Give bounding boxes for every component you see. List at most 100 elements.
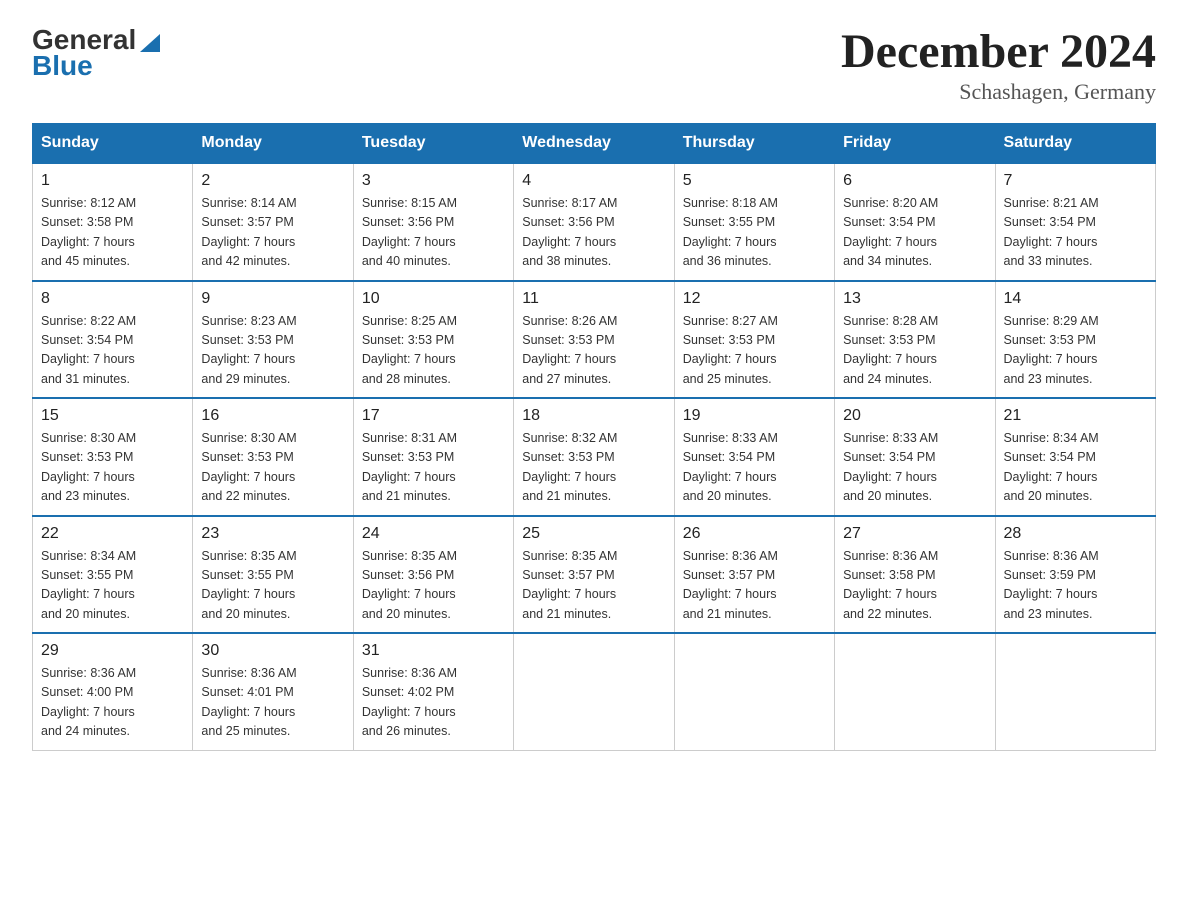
day-number: 23 xyxy=(201,525,344,543)
day-info: Sunrise: 8:21 AM Sunset: 3:54 PM Dayligh… xyxy=(1004,194,1147,272)
day-number: 13 xyxy=(843,290,986,308)
day-info: Sunrise: 8:31 AM Sunset: 3:53 PM Dayligh… xyxy=(362,429,505,507)
calendar-day-cell: 4 Sunrise: 8:17 AM Sunset: 3:56 PM Dayli… xyxy=(514,163,674,281)
day-number: 29 xyxy=(41,642,184,660)
header-row: Sunday Monday Tuesday Wednesday Thursday… xyxy=(33,124,1156,164)
day-number: 1 xyxy=(41,172,184,190)
calendar-day-cell: 19 Sunrise: 8:33 AM Sunset: 3:54 PM Dayl… xyxy=(674,398,834,516)
calendar-day-cell: 2 Sunrise: 8:14 AM Sunset: 3:57 PM Dayli… xyxy=(193,163,353,281)
calendar-day-cell: 7 Sunrise: 8:21 AM Sunset: 3:54 PM Dayli… xyxy=(995,163,1155,281)
day-info: Sunrise: 8:30 AM Sunset: 3:53 PM Dayligh… xyxy=(201,429,344,507)
title-block: December 2024 Schashagen, Germany xyxy=(841,24,1156,105)
day-number: 24 xyxy=(362,525,505,543)
col-thursday: Thursday xyxy=(674,124,834,164)
day-number: 25 xyxy=(522,525,665,543)
day-number: 7 xyxy=(1004,172,1147,190)
calendar-week-row: 22 Sunrise: 8:34 AM Sunset: 3:55 PM Dayl… xyxy=(33,516,1156,634)
day-info: Sunrise: 8:34 AM Sunset: 3:54 PM Dayligh… xyxy=(1004,429,1147,507)
day-info: Sunrise: 8:22 AM Sunset: 3:54 PM Dayligh… xyxy=(41,312,184,390)
calendar-day-cell: 18 Sunrise: 8:32 AM Sunset: 3:53 PM Dayl… xyxy=(514,398,674,516)
month-year-title: December 2024 xyxy=(841,24,1156,79)
day-number: 5 xyxy=(683,172,826,190)
day-info: Sunrise: 8:27 AM Sunset: 3:53 PM Dayligh… xyxy=(683,312,826,390)
day-number: 22 xyxy=(41,525,184,543)
calendar-week-row: 15 Sunrise: 8:30 AM Sunset: 3:53 PM Dayl… xyxy=(33,398,1156,516)
col-sunday: Sunday xyxy=(33,124,193,164)
day-number: 9 xyxy=(201,290,344,308)
calendar-day-cell: 25 Sunrise: 8:35 AM Sunset: 3:57 PM Dayl… xyxy=(514,516,674,634)
day-info: Sunrise: 8:18 AM Sunset: 3:55 PM Dayligh… xyxy=(683,194,826,272)
day-info: Sunrise: 8:33 AM Sunset: 3:54 PM Dayligh… xyxy=(683,429,826,507)
calendar-header: Sunday Monday Tuesday Wednesday Thursday… xyxy=(33,124,1156,164)
calendar-week-row: 1 Sunrise: 8:12 AM Sunset: 3:58 PM Dayli… xyxy=(33,163,1156,281)
day-info: Sunrise: 8:26 AM Sunset: 3:53 PM Dayligh… xyxy=(522,312,665,390)
day-number: 14 xyxy=(1004,290,1147,308)
calendar-day-cell: 17 Sunrise: 8:31 AM Sunset: 3:53 PM Dayl… xyxy=(353,398,513,516)
day-number: 2 xyxy=(201,172,344,190)
calendar-body: 1 Sunrise: 8:12 AM Sunset: 3:58 PM Dayli… xyxy=(33,163,1156,750)
calendar-day-cell: 11 Sunrise: 8:26 AM Sunset: 3:53 PM Dayl… xyxy=(514,281,674,399)
day-number: 18 xyxy=(522,407,665,425)
calendar-day-cell: 3 Sunrise: 8:15 AM Sunset: 3:56 PM Dayli… xyxy=(353,163,513,281)
day-number: 11 xyxy=(522,290,665,308)
calendar-day-cell: 12 Sunrise: 8:27 AM Sunset: 3:53 PM Dayl… xyxy=(674,281,834,399)
day-number: 30 xyxy=(201,642,344,660)
calendar-day-cell: 30 Sunrise: 8:36 AM Sunset: 4:01 PM Dayl… xyxy=(193,633,353,750)
calendar-day-cell xyxy=(995,633,1155,750)
location-title: Schashagen, Germany xyxy=(841,79,1156,105)
day-info: Sunrise: 8:23 AM Sunset: 3:53 PM Dayligh… xyxy=(201,312,344,390)
day-number: 28 xyxy=(1004,525,1147,543)
calendar-day-cell xyxy=(835,633,995,750)
day-number: 8 xyxy=(41,290,184,308)
calendar-day-cell: 10 Sunrise: 8:25 AM Sunset: 3:53 PM Dayl… xyxy=(353,281,513,399)
calendar-day-cell: 29 Sunrise: 8:36 AM Sunset: 4:00 PM Dayl… xyxy=(33,633,193,750)
day-info: Sunrise: 8:30 AM Sunset: 3:53 PM Dayligh… xyxy=(41,429,184,507)
day-info: Sunrise: 8:32 AM Sunset: 3:53 PM Dayligh… xyxy=(522,429,665,507)
day-info: Sunrise: 8:12 AM Sunset: 3:58 PM Dayligh… xyxy=(41,194,184,272)
calendar-week-row: 29 Sunrise: 8:36 AM Sunset: 4:00 PM Dayl… xyxy=(33,633,1156,750)
day-info: Sunrise: 8:36 AM Sunset: 4:02 PM Dayligh… xyxy=(362,664,505,742)
calendar-day-cell: 6 Sunrise: 8:20 AM Sunset: 3:54 PM Dayli… xyxy=(835,163,995,281)
day-info: Sunrise: 8:17 AM Sunset: 3:56 PM Dayligh… xyxy=(522,194,665,272)
calendar-day-cell: 1 Sunrise: 8:12 AM Sunset: 3:58 PM Dayli… xyxy=(33,163,193,281)
calendar-day-cell: 22 Sunrise: 8:34 AM Sunset: 3:55 PM Dayl… xyxy=(33,516,193,634)
day-info: Sunrise: 8:35 AM Sunset: 3:55 PM Dayligh… xyxy=(201,547,344,625)
day-number: 26 xyxy=(683,525,826,543)
calendar-day-cell: 31 Sunrise: 8:36 AM Sunset: 4:02 PM Dayl… xyxy=(353,633,513,750)
col-wednesday: Wednesday xyxy=(514,124,674,164)
day-number: 3 xyxy=(362,172,505,190)
day-info: Sunrise: 8:28 AM Sunset: 3:53 PM Dayligh… xyxy=(843,312,986,390)
page-header: General Blue December 2024 Schashagen, G… xyxy=(32,24,1156,105)
calendar-day-cell: 21 Sunrise: 8:34 AM Sunset: 3:54 PM Dayl… xyxy=(995,398,1155,516)
calendar-day-cell: 14 Sunrise: 8:29 AM Sunset: 3:53 PM Dayl… xyxy=(995,281,1155,399)
day-info: Sunrise: 8:15 AM Sunset: 3:56 PM Dayligh… xyxy=(362,194,505,272)
day-info: Sunrise: 8:36 AM Sunset: 3:58 PM Dayligh… xyxy=(843,547,986,625)
day-number: 12 xyxy=(683,290,826,308)
day-number: 16 xyxy=(201,407,344,425)
col-saturday: Saturday xyxy=(995,124,1155,164)
calendar-day-cell: 27 Sunrise: 8:36 AM Sunset: 3:58 PM Dayl… xyxy=(835,516,995,634)
calendar-day-cell xyxy=(514,633,674,750)
day-info: Sunrise: 8:36 AM Sunset: 4:00 PM Dayligh… xyxy=(41,664,184,742)
calendar-day-cell: 15 Sunrise: 8:30 AM Sunset: 3:53 PM Dayl… xyxy=(33,398,193,516)
day-number: 20 xyxy=(843,407,986,425)
day-number: 31 xyxy=(362,642,505,660)
day-number: 17 xyxy=(362,407,505,425)
day-info: Sunrise: 8:36 AM Sunset: 3:59 PM Dayligh… xyxy=(1004,547,1147,625)
day-number: 15 xyxy=(41,407,184,425)
col-friday: Friday xyxy=(835,124,995,164)
day-info: Sunrise: 8:35 AM Sunset: 3:57 PM Dayligh… xyxy=(522,547,665,625)
calendar-day-cell: 16 Sunrise: 8:30 AM Sunset: 3:53 PM Dayl… xyxy=(193,398,353,516)
col-tuesday: Tuesday xyxy=(353,124,513,164)
day-info: Sunrise: 8:34 AM Sunset: 3:55 PM Dayligh… xyxy=(41,547,184,625)
calendar-day-cell: 9 Sunrise: 8:23 AM Sunset: 3:53 PM Dayli… xyxy=(193,281,353,399)
day-info: Sunrise: 8:36 AM Sunset: 4:01 PM Dayligh… xyxy=(201,664,344,742)
day-number: 19 xyxy=(683,407,826,425)
calendar-table: Sunday Monday Tuesday Wednesday Thursday… xyxy=(32,123,1156,751)
day-info: Sunrise: 8:33 AM Sunset: 3:54 PM Dayligh… xyxy=(843,429,986,507)
day-info: Sunrise: 8:25 AM Sunset: 3:53 PM Dayligh… xyxy=(362,312,505,390)
calendar-day-cell: 8 Sunrise: 8:22 AM Sunset: 3:54 PM Dayli… xyxy=(33,281,193,399)
day-info: Sunrise: 8:29 AM Sunset: 3:53 PM Dayligh… xyxy=(1004,312,1147,390)
day-info: Sunrise: 8:36 AM Sunset: 3:57 PM Dayligh… xyxy=(683,547,826,625)
day-number: 6 xyxy=(843,172,986,190)
